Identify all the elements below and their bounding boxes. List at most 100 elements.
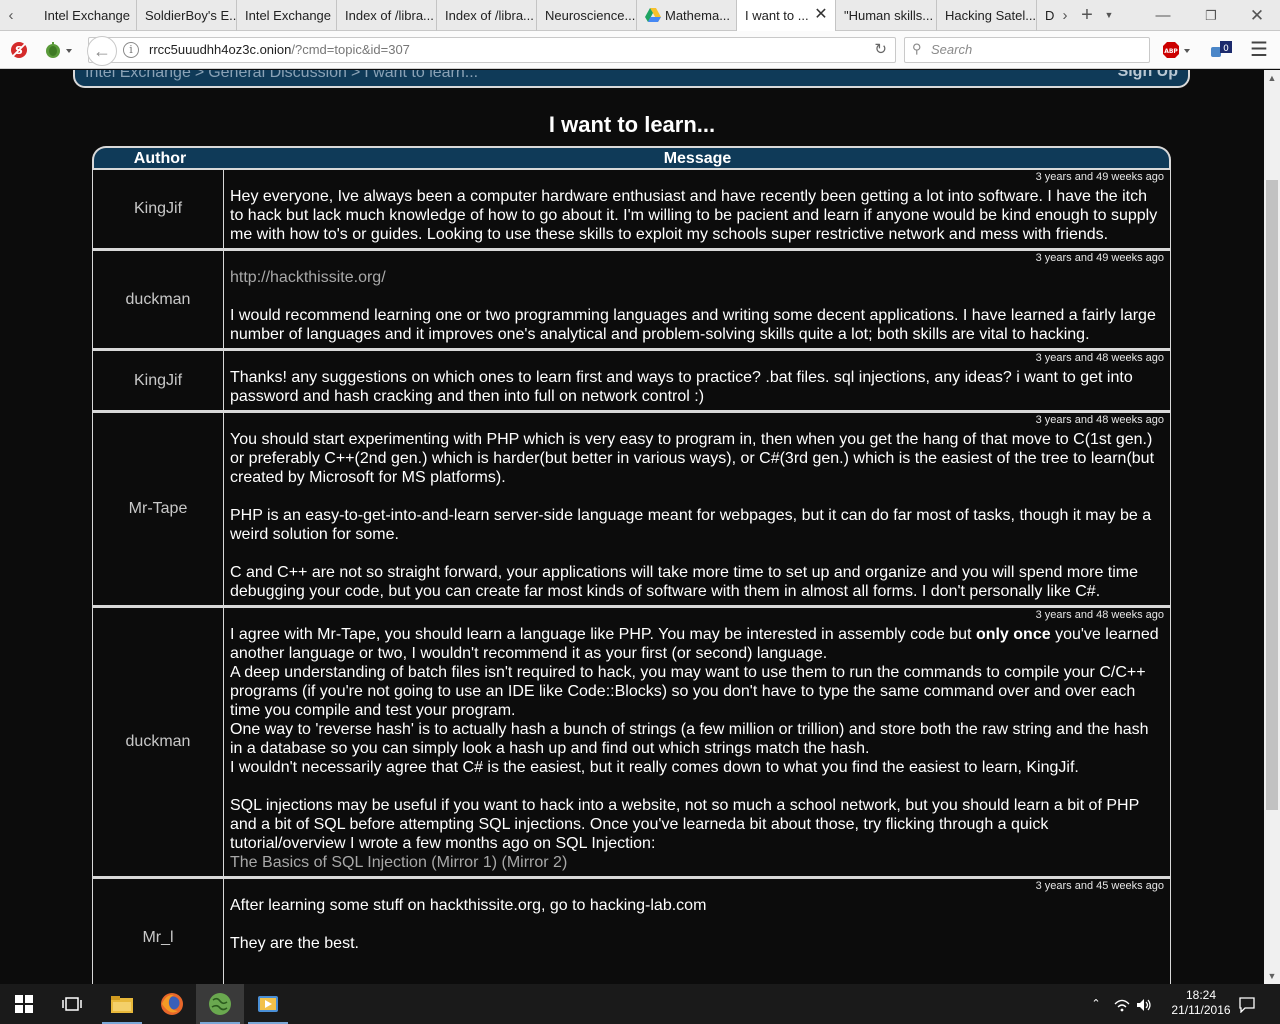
new-tab-icon[interactable]: + xyxy=(1076,0,1098,31)
posts-table-header: Author Message xyxy=(92,146,1171,168)
show-hidden-icons-icon[interactable]: ⌃ xyxy=(1086,984,1106,1024)
tab-6[interactable]: Mathema... xyxy=(636,0,736,31)
google-drive-icon xyxy=(645,8,661,22)
menu-hamburger-icon[interactable]: ☰ xyxy=(1246,31,1272,69)
tab-10[interactable]: D xyxy=(1036,0,1058,31)
post-message: 3 years and 48 weeks ago You should star… xyxy=(224,413,1170,605)
close-tab-icon[interactable]: ✕ xyxy=(813,7,829,23)
topic-title: I want to learn... xyxy=(548,112,716,137)
post-text: C and C++ are not so straight forward, y… xyxy=(230,564,1139,600)
post-text: You should start experimenting with PHP … xyxy=(230,431,1155,486)
network-wifi-icon[interactable] xyxy=(1112,984,1132,1024)
post-author[interactable]: KingJif xyxy=(93,351,224,410)
scroll-down-arrow-icon[interactable]: ▼ xyxy=(1264,968,1280,984)
post-text: After learning some stuff on hackthissit… xyxy=(230,897,707,914)
breadcrumb: Intel Exchange > General Discussion > I want… xyxy=(85,70,478,84)
post-message: 3 years and 49 weeks ago Hey everyone, I… xyxy=(224,170,1170,248)
breadcrumb-separator: > xyxy=(350,70,361,81)
search-placeholder: Search xyxy=(931,42,973,57)
sql-injection-article-link[interactable]: The Basics of SQL Injection xyxy=(230,854,427,871)
tab-4[interactable]: Index of /libra... xyxy=(436,0,536,31)
post-timestamp: 3 years and 45 weeks ago xyxy=(1035,880,1164,892)
message-column-header: Message xyxy=(663,150,732,167)
task-view-icon[interactable] xyxy=(48,984,96,1024)
start-windows-icon[interactable] xyxy=(0,984,48,1024)
post-timestamp: 3 years and 49 weeks ago xyxy=(1035,171,1164,183)
media-player-icon[interactable] xyxy=(244,984,292,1024)
post-message: 3 years and 45 weeks ago After learning … xyxy=(224,879,1170,957)
tab-label: I want to ... xyxy=(745,8,809,23)
author-column-header: Author xyxy=(133,150,187,167)
post-row: KingJif 3 years and 48 weeks ago Thanks!… xyxy=(92,349,1171,411)
post-timestamp: 3 years and 48 weeks ago xyxy=(1035,352,1164,364)
svg-text:0: 0 xyxy=(1223,44,1229,54)
post-timestamp: 3 years and 48 weeks ago xyxy=(1035,609,1164,621)
address-bar[interactable]: ← i rrcc5uuudhh4oz3c.onion/?cmd=topic&id… xyxy=(87,36,896,66)
page-scrollbar[interactable]: ▲ ▼ xyxy=(1264,70,1280,984)
post-timestamp: 3 years and 48 weeks ago xyxy=(1035,414,1164,426)
browser-nav-bar: S ← i rrcc5uuudhh4oz3c.onion/?cmd=topic&… xyxy=(0,31,1280,69)
tab-label: Index of /libra... xyxy=(445,8,534,23)
reload-icon[interactable]: ↻ xyxy=(874,38,887,62)
tab-0[interactable]: Intel Exchange xyxy=(44,0,136,31)
adblock-plus-icon[interactable]: ABP xyxy=(1160,31,1196,69)
post-message: 3 years and 48 weeks ago I agree with Mr… xyxy=(224,608,1170,876)
post-author[interactable]: Mr-Tape xyxy=(93,413,224,605)
mirror-1-link[interactable]: (Mirror 1) xyxy=(431,854,497,871)
search-input[interactable]: ⚲ Search xyxy=(904,37,1150,63)
post-text: I wouldn't necessarily agree that C# is … xyxy=(230,759,1079,776)
browser-tab-bar: ‹ Intel Exchange SoldierBoy's E... Intel… xyxy=(0,0,1280,32)
bold-emphasis: only once xyxy=(975,626,1051,643)
signup-link[interactable]: Sign Up xyxy=(1118,70,1178,82)
tab-8[interactable]: "Human skills... xyxy=(836,0,936,31)
firefox-icon[interactable] xyxy=(148,984,196,1024)
scrollbar-thumb[interactable] xyxy=(1266,180,1278,810)
breadcrumb-link-topic[interactable]: I want to learn... xyxy=(364,70,478,81)
tab-label: Intel Exchange xyxy=(44,8,131,23)
post-author[interactable]: duckman xyxy=(93,608,224,876)
restore-window-icon[interactable]: ❐ xyxy=(1196,0,1226,31)
url-host: rrcc5uuudhh4oz3c.onion xyxy=(149,42,292,57)
post-row: KingJif 3 years and 49 weeks ago Hey eve… xyxy=(92,168,1171,249)
tab-scroll-left-icon[interactable]: ‹ xyxy=(0,0,22,31)
tab-7-active[interactable]: I want to ... ✕ xyxy=(736,0,836,32)
tab-label: Neuroscience... xyxy=(545,8,636,23)
tab-list-dropdown-icon[interactable]: ▼ xyxy=(1100,0,1118,31)
post-author[interactable]: KingJif xyxy=(93,170,224,248)
scroll-up-arrow-icon[interactable]: ▲ xyxy=(1264,70,1280,86)
tab-label: Mathema... xyxy=(665,8,731,23)
post-link[interactable]: http://hackthissite.org/ xyxy=(230,268,1164,287)
action-center-icon[interactable] xyxy=(1236,984,1258,1024)
tab-3[interactable]: Index of /libra... xyxy=(336,0,436,31)
clock-time: 18:24 xyxy=(1185,988,1217,1002)
file-explorer-icon[interactable] xyxy=(98,984,146,1024)
tab-9[interactable]: Hacking Satel... xyxy=(936,0,1036,31)
breadcrumb-link-home[interactable]: Intel Exchange xyxy=(85,70,191,81)
tab-label: D xyxy=(1045,8,1055,23)
clock-date: 21/11/2016 xyxy=(1171,1003,1231,1017)
tab-5[interactable]: Neuroscience... xyxy=(536,0,636,31)
post-author[interactable]: Mr_l xyxy=(93,879,224,984)
tor-onion-icon[interactable] xyxy=(40,31,74,69)
tor-browser-icon[interactable] xyxy=(196,984,244,1024)
tab-1[interactable]: SoldierBoy's E... xyxy=(136,0,236,31)
post-timestamp: 3 years and 49 weeks ago xyxy=(1035,252,1164,264)
minimize-window-icon[interactable]: — xyxy=(1148,0,1178,31)
tab-scroll-right-icon[interactable]: › xyxy=(1058,0,1072,31)
posts-table: Author Message KingJif 3 years and 49 we… xyxy=(92,146,1171,984)
post-text: Thanks! any suggestions on which ones to… xyxy=(230,369,1133,405)
post-author[interactable]: duckman xyxy=(93,251,224,348)
site-info-icon[interactable]: i xyxy=(123,42,139,58)
taskbar-clock[interactable]: 18:24 21/11/2016 xyxy=(1166,988,1236,1018)
volume-icon[interactable] xyxy=(1134,984,1154,1024)
close-window-icon[interactable]: ✕ xyxy=(1242,0,1272,31)
notifications-icon[interactable]: 0 xyxy=(1206,31,1236,69)
noscript-icon[interactable]: S xyxy=(8,31,30,69)
breadcrumb-link-forum[interactable]: General Discussion xyxy=(208,70,347,81)
tab-2[interactable]: Intel Exchange xyxy=(236,0,336,31)
post-text: One way to 'reverse hash' is to actually… xyxy=(230,721,1149,757)
search-icon: ⚲ xyxy=(912,41,922,56)
post-text: They are the best. xyxy=(230,935,359,952)
back-arrow-icon[interactable]: ← xyxy=(87,36,117,66)
mirror-2-link[interactable]: (Mirror 2) xyxy=(502,854,568,871)
